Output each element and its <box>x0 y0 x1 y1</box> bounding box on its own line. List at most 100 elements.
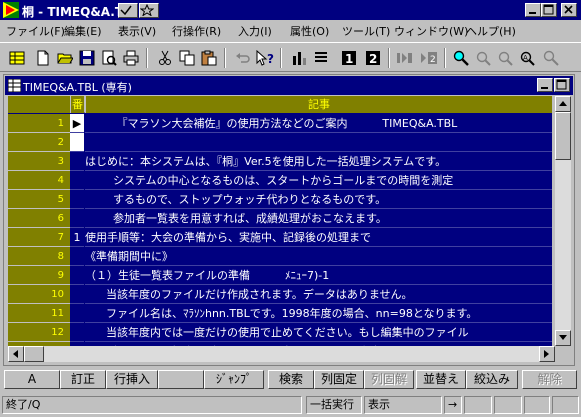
menu-file[interactable]: ファイル(F) <box>6 23 65 39</box>
menu-help[interactable]: ヘルプ(H) <box>466 23 516 39</box>
fkey-correct[interactable]: 訂正 <box>60 370 106 389</box>
record-cell[interactable] <box>85 133 552 152</box>
search-icon[interactable] <box>450 47 472 69</box>
table-row[interactable]: 10 当該年度のファイルだけ作成されます。データはありません。 <box>8 285 552 304</box>
scroll-right-arrow-icon[interactable] <box>539 346 555 362</box>
column-chart-icon[interactable] <box>288 47 310 69</box>
table-row[interactable]: 9 （１）生徒一覧表ファイルの準備 ﾒﾆｭｰ7)-1 <box>8 266 552 285</box>
search-prev-icon[interactable] <box>472 47 494 69</box>
table-row[interactable]: 7 1 使用手順等：大会の準備から、実施中、記録後の処理まで <box>8 228 552 247</box>
title-tab-check-icon[interactable] <box>118 3 138 18</box>
vertical-scrollbar[interactable] <box>555 96 571 346</box>
table-icon[interactable] <box>6 47 28 69</box>
cut-icon[interactable] <box>154 47 176 69</box>
row-field-cell[interactable] <box>70 171 84 190</box>
menu-row-ops[interactable]: 行操作(R) <box>172 23 221 39</box>
table-row[interactable]: 11 ファイル名は、ﾏﾗｿﾝhnn.TBLです。1998年度の場合、nn=98と… <box>8 304 552 323</box>
record-cell[interactable]: 《準備期間中に》 <box>85 247 552 266</box>
doc-maximize-button[interactable] <box>554 78 570 92</box>
document-table-icon[interactable] <box>7 78 22 93</box>
table-row[interactable]: 1 ▶ 『マラソン大会補佐』の使用方法などのご案内 TIMEQ&A.TBL <box>8 114 552 133</box>
record-cell[interactable]: 『マラソン大会補佐』の使用方法などのご案内 TIMEQ&A.TBL <box>85 114 552 133</box>
fkey-freeze-column[interactable]: 列固定 <box>314 370 364 389</box>
row-number[interactable]: 9 <box>8 266 70 285</box>
fkey-jump[interactable]: ｼﾞｬﾝﾌﾟ <box>204 370 264 389</box>
header-number-label[interactable]: 番 <box>70 96 84 113</box>
fkey-insert-row[interactable]: 行挿入 <box>106 370 158 389</box>
fkey-clear[interactable]: 解除 <box>522 370 577 389</box>
copy-icon[interactable] <box>176 47 198 69</box>
replace-icon[interactable]: A <box>516 47 538 69</box>
fkey-blank[interactable] <box>158 370 204 389</box>
search-all-icon[interactable] <box>540 47 562 69</box>
undo-icon[interactable] <box>232 47 254 69</box>
header-record-label[interactable]: 記事 <box>85 96 552 113</box>
table-row[interactable]: 6 参加者一覧表を用意すれば、成績処理がおこなえます。 <box>8 209 552 228</box>
row-number[interactable]: 1 <box>8 114 70 133</box>
next-record-icon[interactable] <box>394 47 416 69</box>
scroll-left-arrow-icon[interactable] <box>8 346 24 362</box>
save-icon[interactable] <box>76 47 98 69</box>
doc-minimize-button[interactable] <box>537 78 553 92</box>
vertical-scroll-thumb[interactable] <box>555 112 571 160</box>
row-number[interactable]: 3 <box>8 152 70 171</box>
table-row[interactable]: 2 <box>8 133 552 152</box>
print-preview-icon[interactable] <box>98 47 120 69</box>
next-two-icon[interactable]: 2 <box>418 47 440 69</box>
record-cell[interactable]: （１）生徒一覧表ファイルの準備 ﾒﾆｭｰ7)-1 <box>85 266 552 285</box>
scroll-up-arrow-icon[interactable] <box>555 96 571 112</box>
row-number[interactable]: 6 <box>8 209 70 228</box>
row-field-cell[interactable] <box>70 190 84 209</box>
row-field-cell[interactable]: ▶ <box>70 114 84 133</box>
paste-icon[interactable] <box>198 47 220 69</box>
open-folder-icon[interactable] <box>54 47 76 69</box>
row-list-icon[interactable] <box>310 47 332 69</box>
row-field-cell[interactable] <box>70 247 84 266</box>
menu-tools[interactable]: ツール(T) <box>342 23 390 39</box>
minimize-button[interactable] <box>525 3 541 17</box>
table-row[interactable]: 4 システムの中心となるものは、スタートからゴールまでの時間を測定 <box>8 171 552 190</box>
context-help-icon[interactable]: ? <box>254 47 276 69</box>
close-button[interactable] <box>561 3 577 17</box>
row-field-cell[interactable] <box>70 133 84 152</box>
table-row[interactable]: 5 するもので、ストップウォッチ代わりとなるものです。 <box>8 190 552 209</box>
row-number[interactable]: 10 <box>8 285 70 304</box>
row-number[interactable]: 11 <box>8 304 70 323</box>
record-cell[interactable]: 使用手順等：大会の準備から、実施中、記録後の処理まで <box>85 228 552 247</box>
record-cell[interactable]: ファイル名は、ﾏﾗｿﾝhnn.TBLです。1998年度の場合、nn=98となりま… <box>85 304 552 323</box>
menu-input[interactable]: 入力(I) <box>238 23 272 39</box>
row-number[interactable]: 12 <box>8 323 70 342</box>
record-cell[interactable]: 当該年度内では一度だけの使用で止めてください。もし編集中のファイル <box>85 323 552 342</box>
record-cell[interactable]: はじめに：本システムは、『桐』Ver.5を使用した一括処理システムです。 <box>85 152 552 171</box>
row-field-cell[interactable] <box>70 304 84 323</box>
new-file-icon[interactable] <box>32 47 54 69</box>
record-cell[interactable]: システムの中心となるものは、スタートからゴールまでの時間を測定 <box>85 171 552 190</box>
kiri-app-icon[interactable] <box>3 2 19 18</box>
table-row[interactable]: 12 当該年度内では一度だけの使用で止めてください。もし編集中のファイル <box>8 323 552 342</box>
row-number[interactable]: 4 <box>8 171 70 190</box>
search-next-icon[interactable] <box>494 47 516 69</box>
row-number[interactable]: 2 <box>8 133 70 152</box>
view-two-icon[interactable]: 2 <box>362 47 384 69</box>
view-one-icon[interactable]: 1 <box>338 47 360 69</box>
scroll-down-arrow-icon[interactable] <box>555 330 571 346</box>
row-number[interactable]: 5 <box>8 190 70 209</box>
fkey-sort[interactable]: 並替え <box>416 370 466 389</box>
document-titlebar[interactable]: TIMEQ&A.TBL (専有) <box>5 76 573 95</box>
row-number[interactable]: 8 <box>8 247 70 266</box>
row-field-cell[interactable] <box>70 323 84 342</box>
menu-attributes[interactable]: 属性(O) <box>290 23 329 39</box>
row-field-cell[interactable] <box>70 266 84 285</box>
record-cell[interactable]: 参加者一覧表を用意すれば、成績処理がおこなえます。 <box>85 209 552 228</box>
app-titlebar[interactable]: 桐 - TIMEQ&A.TB <box>0 0 581 20</box>
menu-edit[interactable]: 編集(E) <box>64 23 102 39</box>
menu-window[interactable]: ウィンドウ(W) <box>394 23 468 39</box>
table-row[interactable]: 3 はじめに：本システムは、『桐』Ver.5を使用した一括処理システムです。 <box>8 152 552 171</box>
row-field-cell[interactable] <box>70 209 84 228</box>
horizontal-scroll-thumb[interactable] <box>24 346 44 362</box>
fkey-unfreeze-column[interactable]: 列固解 <box>364 370 414 389</box>
record-cell[interactable]: 当該年度のファイルだけ作成されます。データはありません。 <box>85 285 552 304</box>
fkey-search[interactable]: 検索 <box>268 370 314 389</box>
table-row[interactable]: 8 《準備期間中に》 <box>8 247 552 266</box>
horizontal-scrollbar[interactable] <box>8 346 555 362</box>
